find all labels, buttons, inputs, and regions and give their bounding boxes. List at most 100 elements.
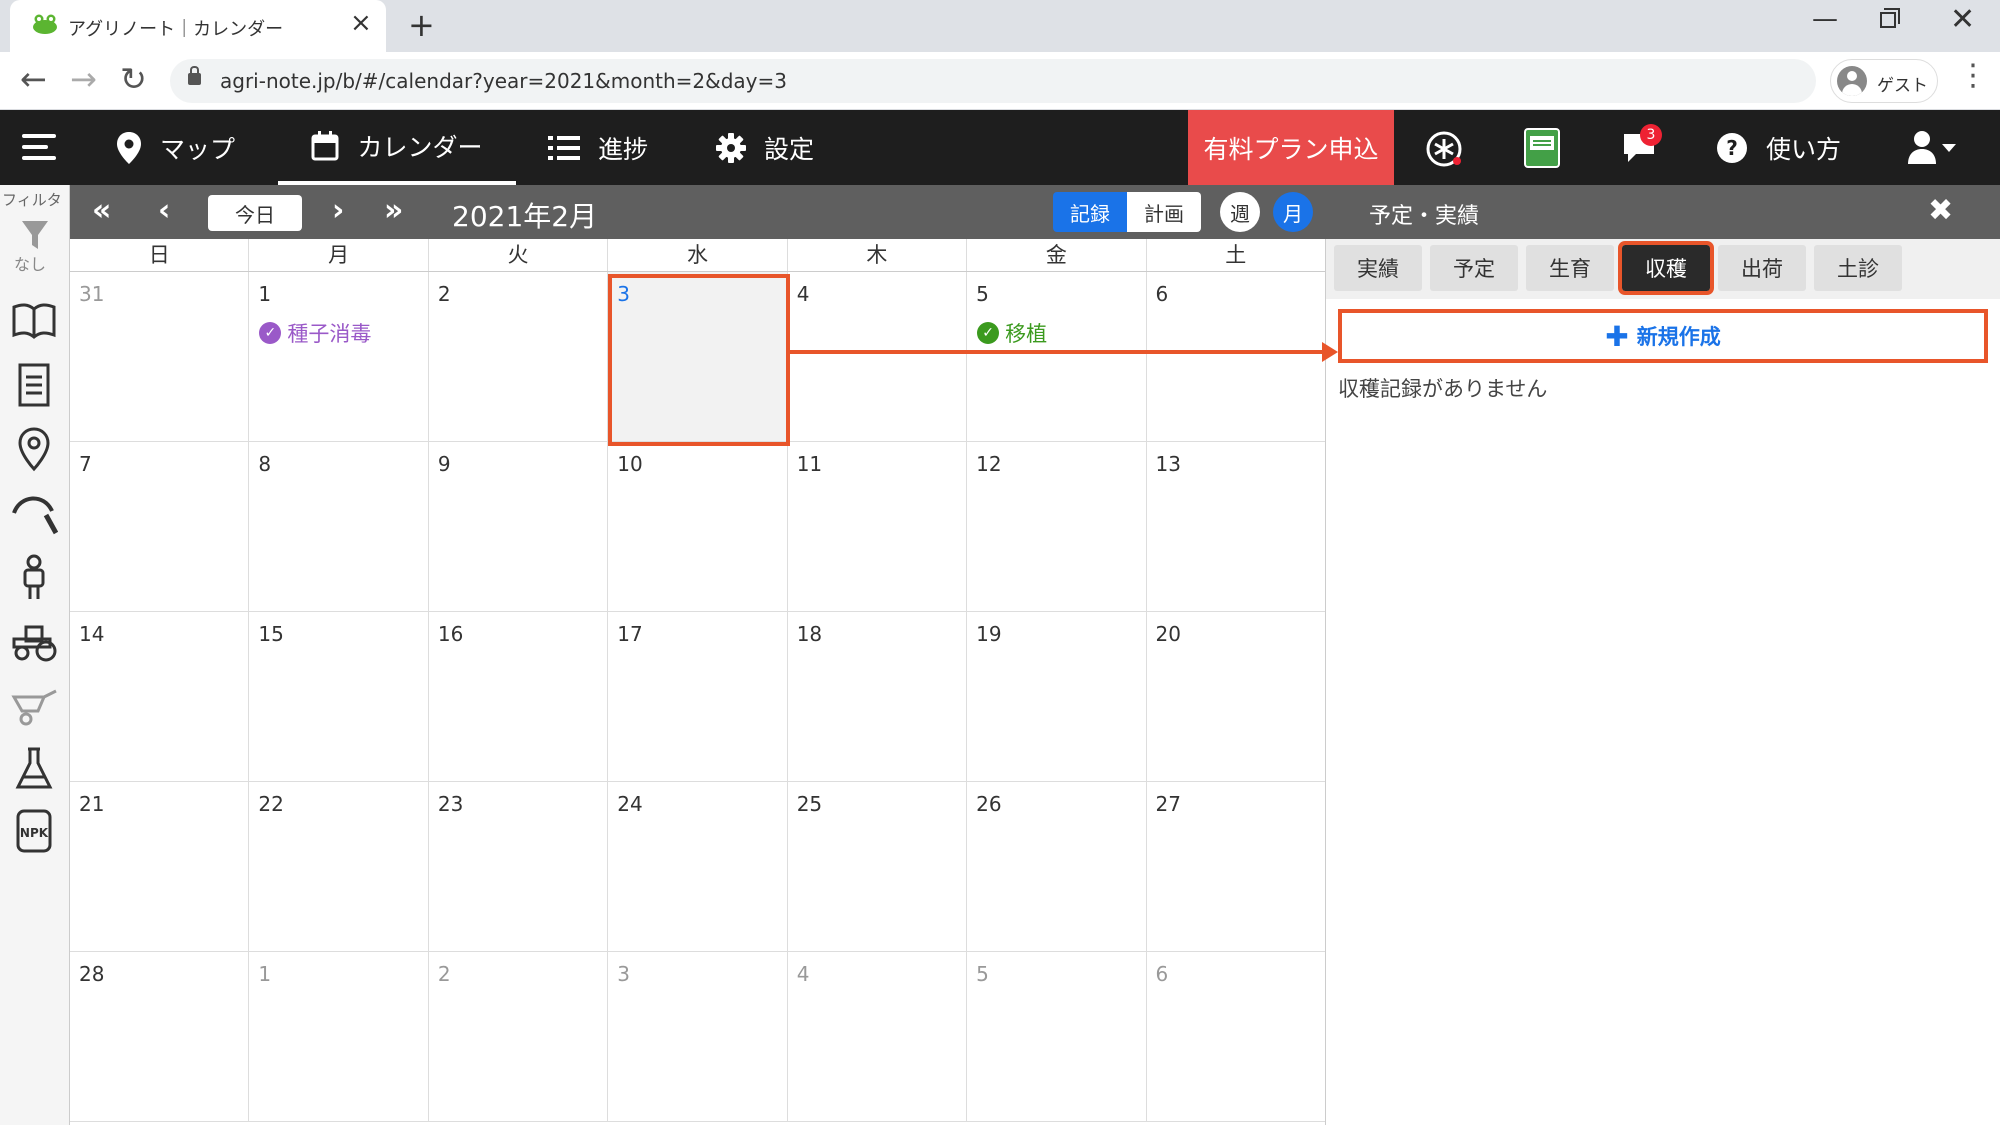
profile-button[interactable]: ゲスト [1830,59,1938,103]
document-icon[interactable] [10,361,58,409]
calendar-day-cell[interactable]: 18 [787,612,968,781]
minimize-icon[interactable]: — [1812,4,1838,34]
calendar-day-cell[interactable]: 2 [428,952,609,1121]
mode-plan-button[interactable]: 計画 [1127,192,1201,232]
panel-tab[interactable]: 実績 [1334,245,1422,291]
calendar-day-cell[interactable]: 1 ✓ 種子消毒 [249,272,429,441]
hamburger-menu-icon[interactable] [22,134,56,160]
calendar-day-cell[interactable]: 4 [787,952,968,1121]
nav-settings[interactable]: 設定 [716,110,814,185]
day-number: 26 [976,792,1002,816]
empty-message: 収穫記録がありません [1338,377,1548,401]
calendar-event[interactable]: ✓ 移植 [977,318,1047,348]
weekday-label: 日 [70,239,250,271]
calendar-day-cell[interactable]: 23 [428,782,609,951]
browser-tab[interactable]: アグリノート｜カレンダー × [10,0,386,52]
next-month-icon[interactable]: › [332,193,344,228]
day-number: 8 [258,452,272,476]
calendar-day-cell[interactable]: 9 [428,442,609,611]
calendar-day-cell[interactable]: 5 ✓ 移植 [967,272,1147,441]
calendar-day-cell[interactable]: 25 [787,782,968,951]
back-icon[interactable]: ← [20,60,47,98]
worker-icon[interactable] [10,553,58,601]
month-view-button[interactable]: 月 [1273,192,1313,232]
calendar-day-cell[interactable]: 14 [70,612,250,781]
more-menu-icon[interactable]: ⋮ [1958,58,1988,93]
window-close-icon[interactable]: ✕ [1950,2,1975,37]
location-icon[interactable] [10,425,58,473]
user-menu-icon[interactable] [1908,130,1958,166]
calendar-day-cell[interactable]: 4 [787,272,968,441]
calendar-day-cell[interactable]: 17 [608,612,788,781]
day-number: 31 [79,282,105,306]
panel-tab[interactable]: 収穫 [1618,241,1714,295]
calendar-day-cell[interactable]: 31 [70,272,250,441]
wheelbarrow-icon[interactable] [10,681,58,729]
calendar-day-cell[interactable]: 22 [249,782,429,951]
day-number: 4 [796,962,810,986]
restore-icon[interactable] [1880,8,1900,28]
calendar-day-cell[interactable]: 16 [428,612,609,781]
calendar-day-cell[interactable]: 12 [967,442,1147,611]
calendar-day-cell[interactable]: 7 [70,442,250,611]
panel-tab[interactable]: 生育 [1526,245,1614,291]
prev-year-icon[interactable]: « [92,193,111,228]
calendar-day-cell[interactable]: 1 [249,952,429,1121]
calendar-event[interactable]: ✓ 種子消毒 [259,318,371,348]
panel-close-icon[interactable]: ✖ [1928,193,1953,228]
calendar-day-cell[interactable]: 11 [787,442,968,611]
calendar-day-cell[interactable]: 6 [1146,272,1325,441]
nav-map[interactable]: マップ [116,110,235,185]
calendar-day-cell[interactable]: 2 [428,272,609,441]
url-input[interactable]: agri-note.jp/b/#/calendar?year=2021&mont… [170,59,1816,103]
nav-calendar[interactable]: カレンダー [278,110,516,185]
filter-value: なし [14,255,47,274]
mode-record-button[interactable]: 記録 [1053,192,1127,232]
next-year-icon[interactable]: » [384,193,403,228]
calendar-day-cell[interactable]: 3 [608,952,788,1121]
calendar-day-cell[interactable]: 21 [70,782,250,951]
today-button[interactable]: 今日 [208,195,302,231]
prev-month-icon[interactable]: ‹ [158,193,170,228]
calendar-day-cell[interactable]: 15 [249,612,429,781]
calendar-day-cell[interactable]: 8 [249,442,429,611]
panel-tab[interactable]: 出荷 [1718,245,1806,291]
panel-tab[interactable]: 予定 [1430,245,1518,291]
paid-plan-button[interactable]: 有料プラン申込 [1188,110,1394,185]
funnel-icon[interactable] [22,221,48,251]
calendar-day-cell[interactable]: 13 [1146,442,1325,611]
reload-icon[interactable]: ↻ [120,60,147,98]
weekday-label: 火 [429,239,609,271]
panel-tabs: 実績 予定 生育 収穫 出荷 土診 [1334,241,1910,295]
sickle-icon[interactable] [10,489,58,537]
calendar-day-cell[interactable]: 27 [1146,782,1325,951]
day-number: 23 [437,792,464,816]
new-record-button[interactable]: ✚ 新規作成 [1338,309,1988,363]
calendar-day-cell[interactable]: 5 [967,952,1147,1121]
green-book-icon[interactable] [1524,128,1560,168]
calendar-day-cell[interactable]: 24 [608,782,788,951]
calendar-day-cell[interactable]: 26 [967,782,1147,951]
nav-help-label: 使い方 [1766,134,1842,164]
forward-icon[interactable]: → [70,60,97,98]
calendar-day-cell[interactable]: 20 [1146,612,1325,781]
calendar-day-cell[interactable]: 10 [608,442,788,611]
calendar-day-cell[interactable]: 19 [967,612,1147,781]
week-view-button[interactable]: 週 [1220,192,1260,232]
calendar-day-cell[interactable]: 28 [70,952,250,1121]
day-number: 9 [437,452,451,476]
nav-progress[interactable]: 進捗 [548,110,648,185]
browser-tab-bar: アグリノート｜カレンダー × + — ✕ [0,0,2000,52]
new-tab-icon[interactable]: + [408,6,435,44]
help-asterisk-icon[interactable] [1425,130,1463,168]
day-number: 22 [258,792,284,816]
npk-fertilizer-icon[interactable]: NPK [10,807,58,855]
flask-icon[interactable] [10,745,58,793]
nav-help[interactable]: ? 使い方 [1716,110,1841,185]
tractor-icon[interactable] [10,617,58,665]
calendar-day-cell[interactable]: 6 [1146,952,1325,1121]
panel-tab[interactable]: 土診 [1814,245,1902,291]
nav-progress-label: 進捗 [598,134,649,164]
book-icon[interactable] [10,297,58,345]
tab-close-icon[interactable]: × [350,8,372,38]
